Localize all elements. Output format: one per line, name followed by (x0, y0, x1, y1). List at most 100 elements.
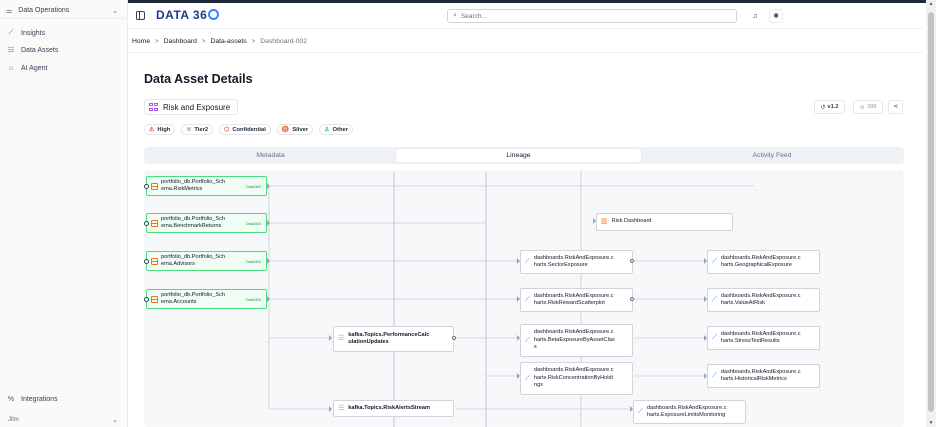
node-badge: Data360 (245, 297, 261, 302)
sidebar: ⚌ Data Operations ⌄ ⟋ Insights ☷ Data As… (0, 0, 128, 427)
sidebar-item-label: Data Assets (21, 46, 59, 54)
tag-list: ⚠ High ≋ Tier2 ⬡ Confidential ♉ Silver ♙ Othe… (144, 124, 359, 135)
chart-icon: ⟋ (525, 336, 530, 344)
table-icon (151, 219, 158, 227)
tag-high[interactable]: ⚠ High (144, 124, 176, 135)
lineage-node-sector-exposure[interactable]: ⟋ dashboards.RiskAndExposure.c harts.Sec… (520, 250, 633, 274)
breadcrumb-dashboard[interactable]: Dashboard (164, 38, 197, 45)
chart-icon: ⟋ (712, 258, 717, 266)
lineage-node-beta-exposure[interactable]: ⟋ dashboards.RiskAndExposure.c harts.Bet… (520, 324, 633, 357)
header: DATA 36 ⌕ Search... ♫ ✺ (129, 3, 923, 29)
node-port[interactable] (144, 296, 149, 302)
logo[interactable]: DATA 36 (156, 8, 220, 22)
scroll-up-icon[interactable]: ▲ (927, 1, 935, 7)
tab-metadata[interactable]: Metadata (146, 149, 395, 162)
breadcrumb-data-assets[interactable]: Data-assets (210, 38, 246, 45)
asset-name: Risk and Exposure (163, 102, 231, 112)
lineage-node-risk-dashboard[interactable]: ▥ Risk Dashboard (596, 213, 733, 231)
chart-icon: ⟋ (525, 258, 530, 266)
sidebar-item-integrations[interactable]: % Integrations (6, 393, 58, 405)
node-badge: Data360 (245, 221, 261, 226)
tag-confidential[interactable]: ⬡ Confidential (219, 124, 271, 135)
scroll-down-icon[interactable]: ▼ (927, 420, 935, 426)
sidebar-section-label: Data Operations (18, 7, 70, 14)
share-button[interactable]: ⋖ (888, 100, 903, 114)
sidebar-item-insights[interactable]: ⟋ Insights (6, 27, 46, 39)
search-input[interactable]: ⌕ Search... (447, 9, 737, 23)
node-port[interactable] (630, 259, 634, 263)
chart-icon: ⟋ (525, 296, 530, 304)
node-port[interactable] (144, 258, 149, 264)
sidebar-toggle-icon[interactable] (136, 11, 145, 20)
tag-tier2[interactable]: ≋ Tier2 (181, 124, 214, 135)
warning-icon: ⚠ (149, 127, 155, 133)
lineage-node-value-at-risk[interactable]: ⟋ dashboards.RiskAndExposure.c harts.Val… (707, 288, 820, 312)
sidebar-item-label: Integrations (21, 395, 58, 403)
theme-toggle-button[interactable]: ✺ (769, 9, 783, 23)
topic-icon: ☰ (338, 335, 345, 343)
lineage-node-historical-risk-metrics[interactable]: ⟋ dashboards.RiskAndExposure.c harts.His… (707, 364, 820, 388)
dashboard-icon: ▥ (601, 218, 608, 226)
lineage-node-geographical-exposure[interactable]: ⟋ dashboards.RiskAndExposure.c harts.Geo… (707, 250, 820, 274)
page-scrollbar[interactable]: ▲ ▼ (926, 0, 936, 427)
shield-icon: ⬡ (224, 127, 230, 133)
chevron-right-icon: > (201, 38, 206, 45)
lineage-node-stress-test-results[interactable]: ⟋ dashboards.RiskAndExposure.c harts.Str… (707, 326, 820, 350)
lineage-node-risk-alerts-topic[interactable]: ☰ kafka.Topics.RiskAlertsStream (333, 400, 454, 417)
table-icon (151, 295, 158, 303)
sidebar-item-ai-agent[interactable]: ⌂ AI Agent (6, 62, 48, 74)
share-icon: ⋖ (893, 104, 898, 110)
notifications-button[interactable]: ♫ (748, 9, 762, 23)
chart-icon: ⟋ (712, 372, 717, 380)
node-badge: Data360 (245, 184, 261, 189)
history-icon: ↺ (820, 104, 826, 111)
table-icon (151, 182, 158, 190)
lineage-node-risk-concentration[interactable]: ⟋ dashboards.RiskAndExposure.c harts.Ris… (520, 362, 633, 395)
tab-bar: Metadata Lineage Activity Feed (144, 147, 904, 164)
lineage-node-exposure-limits-monitoring[interactable]: ⟋ dashboards.RiskAndExposure.c harts.Exp… (633, 400, 746, 424)
breadcrumb-current: Dashboard-002 (260, 38, 308, 45)
dashboard-grid-icon (149, 102, 158, 112)
chart-icon: ⟋ (712, 296, 717, 304)
star-icon: ☆ (859, 104, 865, 111)
tag-silver[interactable]: ♉ Silver (276, 124, 314, 135)
sidebar-item-data-assets[interactable]: ☷ Data Assets (6, 44, 59, 56)
sidebar-item-label: Insights (21, 29, 46, 37)
tag-other[interactable]: ♙ Other (319, 124, 353, 135)
sliders-icon: ⚌ (6, 7, 13, 15)
node-port[interactable] (630, 297, 634, 301)
sidebar-section-data-operations[interactable]: ⚌ Data Operations ⌄ (0, 3, 128, 19)
lineage-canvas[interactable]: portfolio_db.Portfolio_Sch ema.RiskMetri… (144, 170, 904, 427)
breadcrumb-home[interactable]: Home (132, 38, 150, 45)
star-button[interactable]: ☆ 388 (853, 100, 883, 114)
lineage-node-accounts[interactable]: portfolio_db.Portfolio_Sch ema.Accounts … (144, 289, 267, 309)
chart-icon: ⟋ (638, 408, 643, 416)
user-name: Jllm (8, 417, 19, 423)
lineage-node-risk-reward-scatterplot[interactable]: ⟋ dashboards.RiskAndExposure.c harts.Ris… (520, 288, 633, 312)
tab-lineage[interactable]: Lineage (396, 149, 641, 162)
node-port[interactable] (144, 183, 149, 189)
version-button[interactable]: ↺ v1.2 (814, 100, 845, 114)
page-title: Data Asset Details (144, 72, 253, 86)
node-port[interactable] (452, 336, 456, 340)
scroll-thumb[interactable] (928, 12, 934, 412)
sidebar-item-label: AI Agent (21, 64, 48, 72)
lineage-node-advisors[interactable]: portfolio_db.Portfolio_Sch ema.Advisors … (144, 251, 267, 271)
lineage-node-risk-metrics[interactable]: portfolio_db.Portfolio_Sch ema.RiskMetri… (144, 176, 267, 196)
logo-ring-icon (208, 9, 220, 20)
user-menu[interactable]: Jllm ⌄ (0, 413, 128, 427)
asset-name-chip: Risk and Exposure (144, 99, 239, 115)
node-port[interactable] (144, 220, 149, 226)
divider (129, 52, 923, 53)
lineage-node-performance-topic[interactable]: ☰ kafka.Topics.PerformanceCalc ulationUp… (333, 326, 454, 352)
tab-activity-feed[interactable]: Activity Feed (643, 149, 901, 162)
database-icon: ☷ (7, 47, 15, 54)
breadcrumb: Home > Dashboard > Data-assets > Dashboa… (132, 38, 307, 45)
chevron-right-icon: > (251, 38, 256, 45)
search-placeholder: Search... (460, 12, 487, 20)
node-badge: Data360 (245, 259, 261, 264)
topic-icon: ☰ (338, 404, 345, 412)
chart-icon: ⟋ (525, 374, 530, 382)
lineage-node-benchmark-returns[interactable]: portfolio_db.Portfolio_Sch ema.Benchmark… (144, 213, 267, 233)
chevron-down-icon: ⌄ (112, 8, 118, 15)
